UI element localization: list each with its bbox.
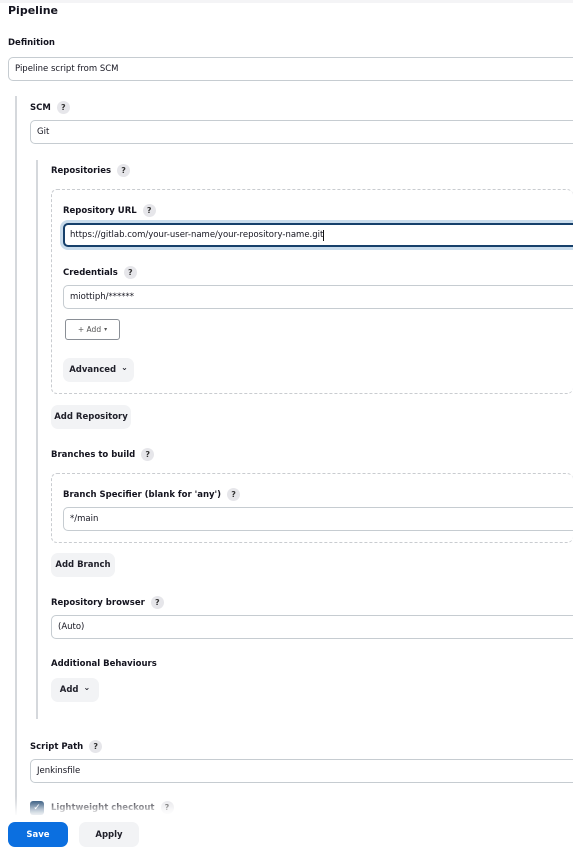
repositories-label-text: Repositories <box>51 165 112 176</box>
definition-select[interactable]: Pipeline script from SCM <box>8 57 573 81</box>
add-behaviour-button[interactable]: Add ⌄ <box>51 678 99 702</box>
repo-browser-help-icon[interactable]: ? <box>150 596 164 609</box>
additional-behaviours-label: Additional Behaviours <box>51 659 157 669</box>
lightweight-checkout-label-text: Lightweight checkout <box>51 802 155 813</box>
save-label: Save <box>26 829 50 840</box>
branches-label: Branches to build ? <box>51 448 155 461</box>
script-path-label: Script Path ? <box>30 740 103 753</box>
add-credentials-label: + Add <box>77 325 102 334</box>
git-section-border <box>36 160 38 719</box>
add-branch-button[interactable]: Add Branch <box>51 553 115 577</box>
top-strip <box>0 0 573 3</box>
chevron-down-icon: ⌄ <box>83 682 91 692</box>
apply-button[interactable]: Apply <box>79 822 139 847</box>
repository-url-help-icon[interactable]: ? <box>142 204 156 217</box>
advanced-label: Advanced <box>69 365 117 375</box>
save-button[interactable]: Save <box>8 822 68 847</box>
scm-section-border <box>15 96 17 816</box>
repository-url-label: Repository URL ? <box>63 204 156 217</box>
check-icon: ✓ <box>33 803 41 813</box>
advanced-button[interactable]: Advanced ⌄ <box>63 358 134 382</box>
add-behaviour-label: Add <box>59 685 79 695</box>
credentials-label-text: Credentials <box>63 267 118 278</box>
branches-help-icon[interactable]: ? <box>141 448 155 461</box>
branch-specifier-label-text: Branch Specifier (blank for 'any') <box>63 489 222 500</box>
chevron-down-icon: ▾ <box>104 326 108 333</box>
apply-label: Apply <box>95 829 123 840</box>
branch-specifier-value: */main <box>70 514 99 524</box>
definition-select-value: Pipeline script from SCM <box>15 64 119 74</box>
repo-browser-select-value: (Auto) <box>58 622 85 632</box>
script-path-input[interactable]: Jenkinsfile <box>30 759 573 783</box>
credentials-select[interactable]: miottiph/****** <box>63 285 573 309</box>
repository-url-label-text: Repository URL <box>63 205 137 216</box>
scm-select-value: Git <box>37 127 50 137</box>
repo-browser-label-text: Repository browser <box>51 597 145 608</box>
lightweight-checkout-label: Lightweight checkout ? <box>51 801 174 814</box>
text-cursor <box>323 229 325 241</box>
credentials-help-icon[interactable]: ? <box>123 266 137 279</box>
scm-help-icon[interactable]: ? <box>56 101 70 114</box>
section-title: Pipeline <box>8 4 58 17</box>
additional-behaviours-label-text: Additional Behaviours <box>51 659 157 669</box>
script-path-value: Jenkinsfile <box>37 766 81 776</box>
lightweight-checkout-help-icon[interactable]: ? <box>160 801 174 814</box>
add-repository-label: Add Repository <box>54 412 128 422</box>
repository-url-value: https://gitlab.com/your-user-name/your-r… <box>70 230 324 240</box>
scm-label-text: SCM <box>30 102 51 113</box>
scm-label: SCM ? <box>30 101 70 114</box>
script-path-help-icon[interactable]: ? <box>89 740 103 753</box>
branches-label-text: Branches to build <box>51 449 136 460</box>
repositories-help-icon[interactable]: ? <box>117 164 131 177</box>
credentials-select-value: miottiph/****** <box>70 292 135 302</box>
branch-specifier-help-icon[interactable]: ? <box>227 488 241 501</box>
repo-browser-select[interactable]: (Auto) <box>51 615 573 639</box>
script-path-label-text: Script Path <box>30 741 84 752</box>
scm-select[interactable]: Git <box>30 120 573 144</box>
credentials-label: Credentials ? <box>63 266 137 279</box>
branch-specifier-label: Branch Specifier (blank for 'any') ? <box>63 488 241 501</box>
branch-specifier-input[interactable]: */main <box>63 507 573 531</box>
add-branch-label: Add Branch <box>55 560 111 570</box>
repo-browser-label: Repository browser ? <box>51 596 164 609</box>
repository-url-input[interactable]: https://gitlab.com/your-user-name/your-r… <box>63 223 573 247</box>
add-credentials-button[interactable]: + Add ▾ <box>65 319 120 340</box>
repositories-label: Repositories ? <box>51 164 131 177</box>
definition-label: Definition <box>8 38 55 48</box>
chevron-down-icon: ⌄ <box>121 362 128 372</box>
add-repository-button[interactable]: Add Repository <box>51 405 131 429</box>
lightweight-checkout-checkbox[interactable]: ✓ <box>30 801 44 815</box>
definition-label-text: Definition <box>8 38 55 48</box>
